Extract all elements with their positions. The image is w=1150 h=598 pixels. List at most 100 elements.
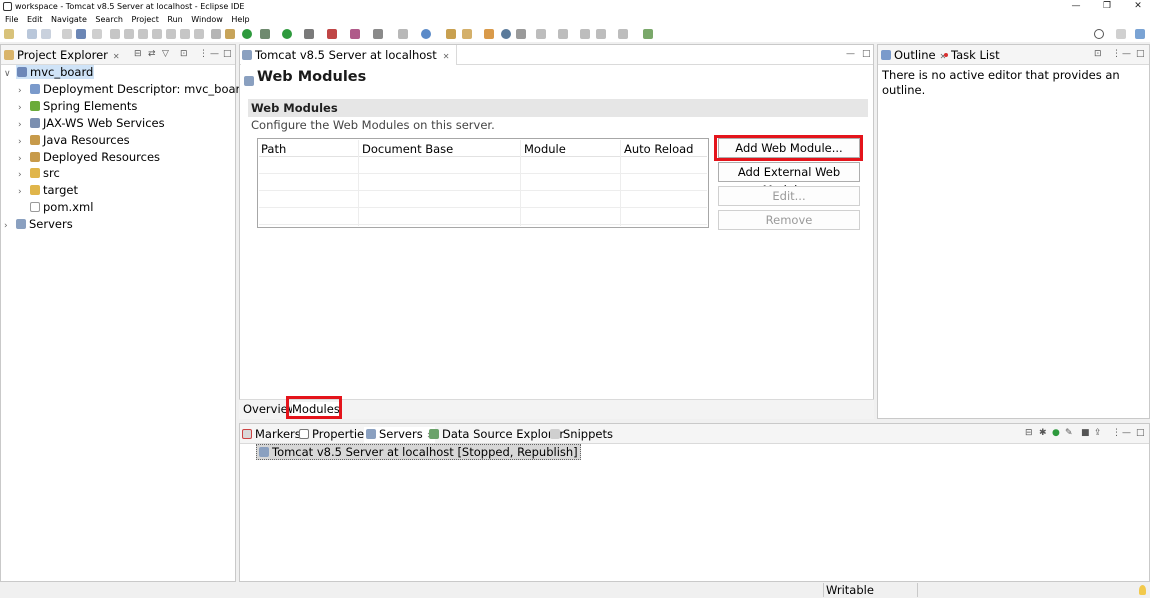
suspend-icon[interactable] (124, 29, 134, 39)
tree-item-deployed-resources[interactable]: › Deployed Resources (18, 150, 160, 166)
view-menu-icon[interactable]: ⋮ (1112, 428, 1121, 438)
tree-item-jax-ws[interactable]: › JAX-WS Web Services (18, 116, 165, 132)
save-icon[interactable] (27, 29, 37, 39)
menu-search[interactable]: Search (95, 13, 122, 26)
open-type-icon[interactable] (446, 29, 456, 39)
menu-window[interactable]: Window (191, 13, 223, 26)
debug-server-icon[interactable]: ✱ (1039, 428, 1047, 438)
table-row[interactable] (259, 157, 707, 174)
tree-item-deployment-descriptor[interactable]: › Deployment Descriptor: mvc_board (18, 82, 247, 98)
menu-navigate[interactable]: Navigate (51, 13, 87, 26)
publish-icon[interactable]: ⇪ (1094, 428, 1102, 438)
step-into-icon[interactable] (166, 29, 176, 39)
tab-servers[interactable]: Servers✕ (364, 427, 436, 443)
annotation-icon[interactable] (516, 29, 526, 39)
terminal-icon[interactable] (76, 29, 86, 39)
minimize-view-icon[interactable]: — (210, 49, 219, 59)
expand-icon[interactable]: › (18, 185, 30, 200)
close-editor-tab-icon[interactable]: ✕ (443, 52, 450, 61)
search-icon[interactable] (1094, 29, 1104, 39)
collapse-all-icon[interactable]: ⊟ (134, 49, 142, 59)
tree-item-pom[interactable]: pom.xml (30, 200, 93, 216)
next-annotation-icon[interactable] (536, 29, 546, 39)
disconnect-icon[interactable] (152, 29, 162, 39)
maximize-view-icon[interactable]: □ (1136, 49, 1145, 59)
print-icon[interactable] (62, 29, 72, 39)
menu-edit[interactable]: Edit (27, 13, 43, 26)
remove-button[interactable]: Remove (718, 210, 860, 230)
tree-item-spring-elements[interactable]: › Spring Elements (18, 99, 137, 115)
edit-button[interactable]: Edit... (718, 186, 860, 206)
open-perspective-icon[interactable] (1116, 29, 1126, 39)
lightbulb-icon[interactable] (1139, 585, 1146, 595)
step-over-icon[interactable] (180, 29, 190, 39)
expand-icon[interactable]: › (18, 84, 30, 99)
restore-icon[interactable]: ❐ (1099, 0, 1115, 13)
tab-markers[interactable]: Markers (242, 427, 301, 441)
start-server-icon[interactable]: ● (1052, 428, 1060, 438)
search-toolbar-icon[interactable] (484, 29, 494, 39)
column-header-path[interactable]: Path (261, 142, 286, 156)
column-header-document-base[interactable]: Document Base (362, 142, 453, 156)
tree-item-src[interactable]: › src (18, 166, 60, 182)
tab-properties[interactable]: Properties (299, 427, 370, 441)
resume-icon[interactable] (110, 29, 120, 39)
view-menu-icon[interactable]: ⋮ (1112, 49, 1121, 59)
table-row[interactable] (259, 208, 707, 225)
forward-icon[interactable] (618, 29, 628, 39)
maximize-view-icon[interactable]: □ (223, 49, 232, 59)
minimize-editor-icon[interactable]: — (846, 49, 855, 59)
new-icon[interactable] (4, 29, 14, 39)
column-header-module[interactable]: Module (524, 142, 566, 156)
external-tools-icon[interactable] (327, 29, 337, 39)
close-window-icon[interactable]: ✕ (1130, 0, 1146, 13)
expand-icon[interactable]: ∨ (4, 67, 16, 82)
pin-editor-icon[interactable] (643, 29, 653, 39)
tree-item-target[interactable]: › target (18, 183, 78, 199)
step-return-icon[interactable] (194, 29, 204, 39)
add-external-web-module-button[interactable]: Add External Web Module... (718, 162, 860, 197)
skip-breakpoints-icon[interactable] (92, 29, 102, 39)
server-list-item[interactable]: Tomcat v8.5 Server at localhost [Stopped… (256, 444, 581, 460)
task-icon[interactable] (225, 29, 235, 39)
menu-file[interactable]: File (5, 13, 18, 26)
focus-icon[interactable]: ⊡ (1094, 49, 1102, 59)
tab-outline[interactable]: Outline ✕ (881, 48, 946, 64)
tab-data-source-explorer[interactable]: Data Source Explorer (429, 427, 564, 441)
save-all-icon[interactable] (41, 29, 51, 39)
maximize-editor-icon[interactable]: □ (862, 49, 871, 59)
table-row[interactable] (259, 174, 707, 191)
open-perspective-run-icon[interactable] (242, 29, 252, 39)
java-ee-perspective-icon[interactable] (1135, 29, 1145, 39)
new-server-icon[interactable] (350, 29, 360, 39)
minimize-view-icon[interactable]: — (1122, 49, 1131, 59)
debug-icon[interactable] (260, 29, 270, 39)
menu-help[interactable]: Help (231, 13, 249, 26)
focus-icon[interactable]: ⊡ (180, 49, 188, 59)
minimize-view-icon[interactable]: — (1122, 428, 1131, 438)
stop-server-icon[interactable]: ■ (1081, 428, 1090, 438)
maximize-view-icon[interactable]: □ (1136, 428, 1145, 438)
terminate-icon[interactable] (138, 29, 148, 39)
prev-annotation-icon[interactable] (558, 29, 568, 39)
tab-snippets[interactable]: Snippets (550, 427, 613, 441)
coverage-icon[interactable] (304, 29, 314, 39)
table-row[interactable] (259, 191, 707, 208)
view-menu-icon[interactable]: ⋮ (199, 49, 208, 59)
expand-icon[interactable]: › (18, 118, 30, 133)
profile-server-icon[interactable]: ✎ (1065, 428, 1073, 438)
expand-icon[interactable]: › (18, 101, 30, 116)
project-explorer-tab[interactable]: Project Explorer ✕ (4, 48, 120, 64)
tree-item-java-resources[interactable]: › Java Resources (18, 133, 130, 149)
run-icon[interactable] (282, 29, 292, 39)
close-tab-icon[interactable]: ✕ (113, 52, 120, 61)
expand-icon[interactable]: › (4, 219, 16, 234)
last-edit-icon[interactable] (580, 29, 590, 39)
tab-task-list[interactable]: Task List (944, 48, 1000, 62)
menu-project[interactable]: Project (131, 13, 158, 26)
link-with-editor-icon[interactable]: ⇄ (148, 49, 156, 59)
expand-icon[interactable]: › (18, 135, 30, 150)
use-step-filters-icon[interactable] (211, 29, 221, 39)
column-header-auto-reload[interactable]: Auto Reload (624, 142, 693, 156)
editor-tab[interactable]: Tomcat v8.5 Server at localhost ✕ (241, 45, 457, 65)
